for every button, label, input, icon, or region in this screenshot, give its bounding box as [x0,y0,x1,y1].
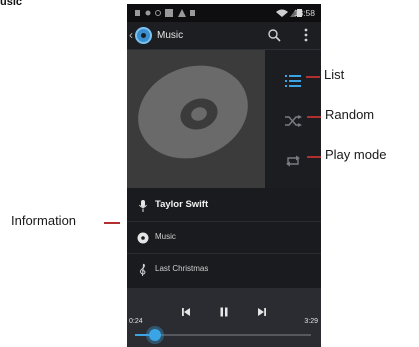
app-title: Music [157,30,184,41]
previous-icon[interactable] [180,306,192,318]
progress-knob[interactable] [149,329,162,341]
track-information: Taylor Swift Music Last Christmas [127,188,321,288]
artist-name: Taylor Swift [155,199,209,210]
player-bar: 0:24 3:29 [127,288,321,347]
current-time: 0:24 [129,318,143,325]
more-vertical-icon[interactable] [303,28,309,42]
artist-row[interactable]: Taylor Swift [127,190,321,222]
album-art [127,50,265,188]
notification-icons [135,9,195,17]
status-bar: 13:58 [127,4,321,22]
microphone-icon [139,200,147,212]
side-controls [265,50,321,188]
album-row[interactable]: Music [127,222,321,254]
random-callout: Random [325,107,375,122]
play-mode-callout: Play mode [325,147,387,162]
play-mode-callout-line [307,156,321,158]
status-time: 13:58 [293,8,315,18]
pause-icon[interactable] [218,306,230,318]
album-icon [137,232,149,244]
treble-clef-icon [139,263,146,277]
page-heading: usic [0,0,23,8]
information-callout: Information [11,213,77,228]
song-title: Last Christmas [155,264,209,273]
wifi-icon [276,9,288,17]
random-callout-line [307,116,321,118]
shuffle-icon[interactable] [283,114,303,128]
list-callout: List [324,67,345,82]
disc-icon [138,65,248,159]
song-row[interactable]: Last Christmas [127,254,321,286]
back-chevron-icon[interactable]: ‹ [129,28,133,42]
progress-track[interactable] [135,329,311,341]
search-icon[interactable] [267,28,281,42]
app-bar: ‹ Music [127,22,321,50]
music-app-icon [135,27,152,44]
information-callout-line [104,222,120,224]
total-time: 3:29 [304,318,318,325]
list-icon[interactable] [283,74,303,88]
list-callout-line [306,76,320,78]
phone-screen: 13:58 ‹ Music Taylor Swift Music Last Ch… [127,4,321,347]
album-name: Music [155,232,176,241]
repeat-icon[interactable] [283,154,303,168]
next-icon[interactable] [256,306,268,318]
